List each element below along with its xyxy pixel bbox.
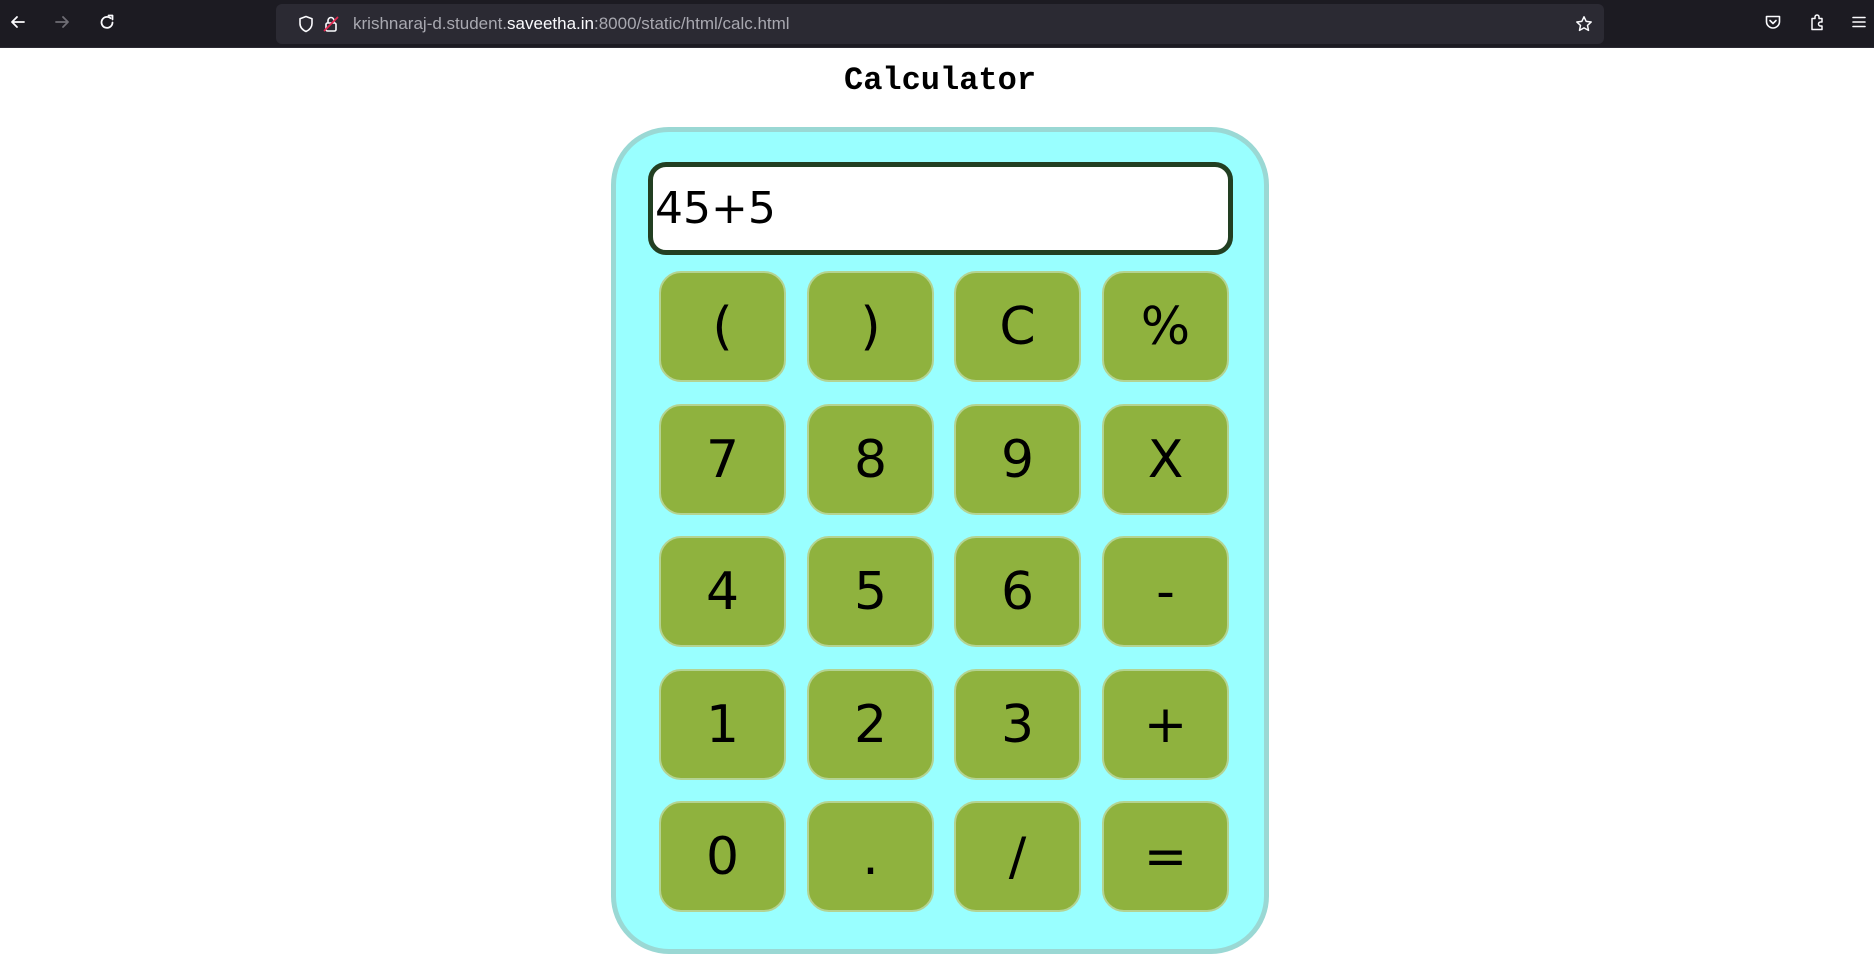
page-title: Calculator [843, 62, 1037, 99]
key-7[interactable]: 7 [659, 404, 786, 515]
reload-icon [97, 12, 117, 36]
key-close-paren[interactable]: ) [807, 271, 934, 382]
key-percent[interactable]: % [1102, 271, 1229, 382]
key-3[interactable]: 3 [954, 669, 1081, 780]
reload-button[interactable] [91, 8, 123, 40]
url-prefix: krishnaraj-d.student. [353, 14, 508, 33]
url-host: saveetha.in [507, 14, 594, 33]
key-open-paren[interactable]: ( [659, 271, 786, 382]
key-multiply[interactable]: X [1102, 404, 1229, 515]
key-subtract[interactable]: - [1102, 536, 1229, 647]
back-button[interactable] [2, 8, 34, 40]
calculator-body: 45+5 ( ) C % 7 8 9 X 4 5 6 - 1 2 3 + 0 .… [611, 127, 1269, 954]
key-clear[interactable]: C [954, 271, 1081, 382]
shield-icon[interactable] [296, 14, 316, 34]
key-8[interactable]: 8 [807, 404, 934, 515]
key-add[interactable]: + [1102, 669, 1229, 780]
calculator-display[interactable]: 45+5 [648, 162, 1233, 255]
bookmark-star-icon[interactable] [1574, 14, 1594, 34]
key-1[interactable]: 1 [659, 669, 786, 780]
extensions-icon [1807, 12, 1827, 36]
key-divide[interactable]: / [954, 801, 1081, 912]
pocket-button[interactable] [1757, 8, 1789, 40]
key-9[interactable]: 9 [954, 404, 1081, 515]
key-0[interactable]: 0 [659, 801, 786, 912]
url-bar[interactable]: krishnaraj-d.student.saveetha.in:8000/st… [276, 4, 1604, 44]
pocket-icon [1763, 12, 1783, 36]
key-2[interactable]: 2 [807, 669, 934, 780]
key-6[interactable]: 6 [954, 536, 1081, 647]
forward-arrow-icon [52, 12, 72, 36]
key-equals[interactable]: = [1102, 801, 1229, 912]
url-suffix: :8000/static/html/calc.html [593, 14, 790, 33]
url-text[interactable]: krishnaraj-d.student.saveetha.in:8000/st… [353, 4, 790, 44]
key-decimal[interactable]: . [807, 801, 934, 912]
back-arrow-icon [8, 12, 28, 36]
menu-button[interactable] [1844, 8, 1874, 40]
extensions-button[interactable] [1801, 8, 1833, 40]
key-5[interactable]: 5 [807, 536, 934, 647]
forward-button[interactable] [46, 8, 78, 40]
insecure-lock-icon[interactable] [321, 14, 341, 34]
key-4[interactable]: 4 [659, 536, 786, 647]
menu-icon [1849, 12, 1869, 36]
page-content: Calculator 45+5 ( ) C % 7 8 9 X 4 5 6 - … [0, 48, 1874, 955]
browser-toolbar: krishnaraj-d.student.saveetha.in:8000/st… [0, 0, 1874, 48]
